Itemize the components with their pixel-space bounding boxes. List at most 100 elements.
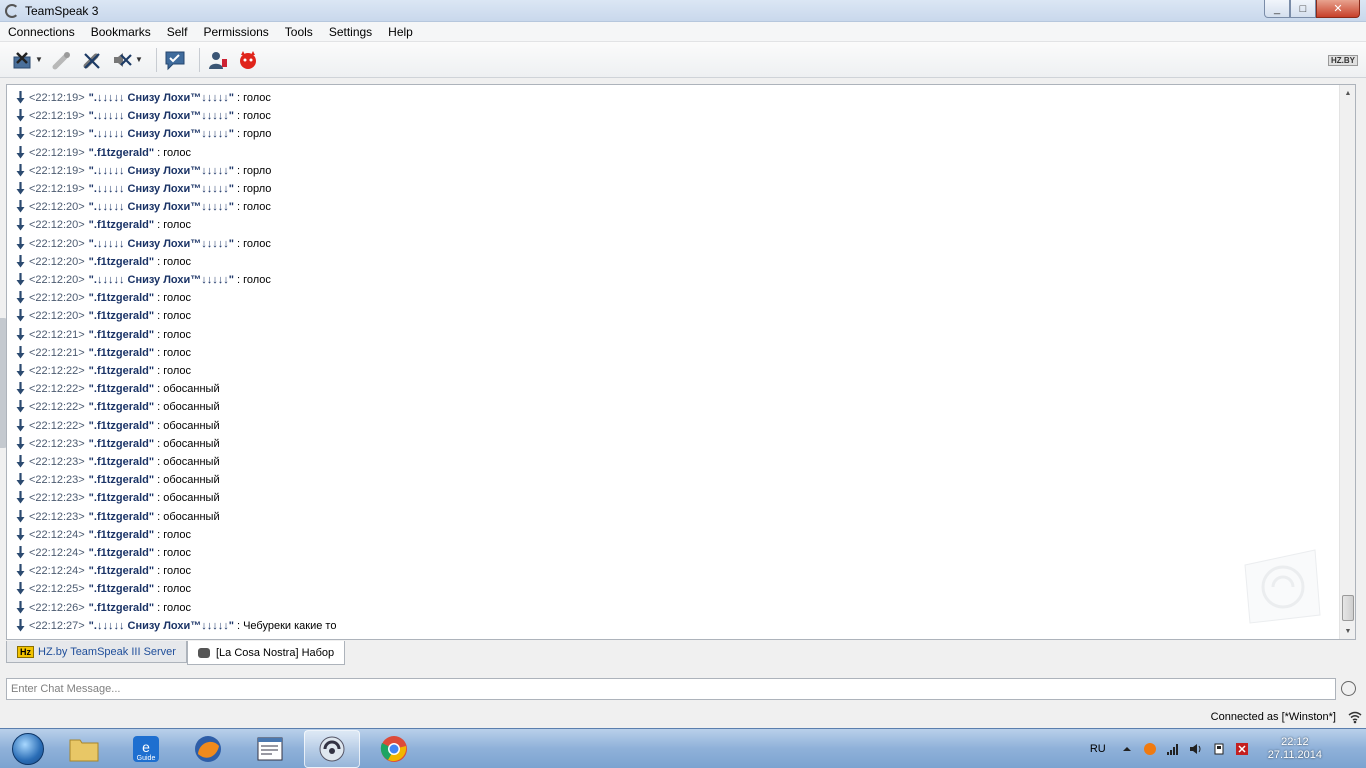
message-nickname[interactable]: ".f1tzgerald" [89,438,154,450]
taskbar-guide[interactable]: e Guide [118,730,174,768]
message-timestamp: <22:12:20> [29,255,85,268]
message-nickname[interactable]: ".↓↓↓↓↓ Снизу Лохи™↓↓↓↓↓" [89,128,234,140]
incoming-message-arrow-icon [15,273,25,287]
maximize-button[interactable]: □ [1290,0,1316,18]
message-nickname[interactable]: ".f1tzgerald" [89,565,154,577]
message-text: : голос [157,583,192,596]
message-timestamp: <22:12:19> [29,92,85,104]
usb-device-icon[interactable] [1212,742,1226,756]
message-text: : голос [157,565,192,578]
chat-scrollbar[interactable]: ▲ ▼ [1339,85,1355,639]
menu-bookmarks[interactable]: Bookmarks [83,25,159,39]
disconnect-dropdown-arrow[interactable]: ▼ [34,48,44,72]
message-nickname[interactable]: ".f1tzgerald" [89,365,154,377]
message-nickname[interactable]: ".↓↓↓↓↓ Снизу Лохи™↓↓↓↓↓" [89,183,234,195]
tray-app-orange-icon[interactable] [1143,742,1157,756]
message-nickname[interactable]: ".f1tzgerald" [89,310,154,322]
message-text: : обосанный [157,510,220,523]
message-nickname[interactable]: ".↓↓↓↓↓ Снизу Лохи™↓↓↓↓↓" [89,92,234,104]
show-hidden-icons-icon[interactable] [1120,742,1134,756]
message-nickname[interactable]: ".f1tzgerald" [89,347,154,359]
message-nickname[interactable]: ".↓↓↓↓↓ Снизу Лохи™↓↓↓↓↓" [89,110,234,122]
message-nickname[interactable]: ".f1tzgerald" [89,492,154,504]
message-nickname[interactable]: ".↓↓↓↓↓ Снизу Лохи™↓↓↓↓↓" [89,620,234,632]
incoming-message-arrow-icon [15,364,25,378]
message-text: : голос [157,601,192,614]
chat-message: <22:12:23> ".f1tzgerald": обосанный [15,508,220,526]
message-nickname[interactable]: ".f1tzgerald" [89,420,154,432]
tab-channel[interactable]: [La Cosa Nostra] Набор [186,641,346,665]
message-nickname[interactable]: ".f1tzgerald" [89,147,154,159]
chat-message: <22:12:19> ".↓↓↓↓↓ Снизу Лохи™↓↓↓↓↓": гол… [15,89,271,107]
message-nickname[interactable]: ".f1tzgerald" [89,474,154,486]
chat-button[interactable] [163,48,187,72]
menu-settings[interactable]: Settings [321,25,380,39]
message-nickname[interactable]: ".f1tzgerald" [89,383,154,395]
chat-message-input[interactable] [6,678,1336,700]
message-nickname[interactable]: ".f1tzgerald" [89,219,154,231]
chat-message: <22:12:24> ".f1tzgerald": голос [15,544,191,562]
message-nickname[interactable]: ".↓↓↓↓↓ Снизу Лохи™↓↓↓↓↓" [89,165,234,177]
chat-message: <22:12:26> ".f1tzgerald": голос [15,599,191,617]
microphone-muted-icon [83,52,100,69]
taskbar-clock[interactable]: 22:12 27.11.2014 [1268,736,1322,762]
away-button[interactable] [50,48,74,72]
chat-message: <22:12:20> ".↓↓↓↓↓ Снизу Лохи™↓↓↓↓↓": гол… [15,235,271,253]
message-nickname[interactable]: ".↓↓↓↓↓ Снизу Лохи™↓↓↓↓↓" [89,201,234,213]
message-nickname[interactable]: ".f1tzgerald" [89,456,154,468]
chat-message: <22:12:22> ".f1tzgerald": обосанный [15,380,220,398]
speakers-dropdown-arrow[interactable]: ▼ [134,48,144,72]
message-text: : обосанный [157,474,220,487]
incoming-message-arrow-icon [15,145,25,160]
close-button[interactable]: ✕ [1316,0,1360,18]
start-button[interactable] [6,730,50,768]
identities-button[interactable] [206,48,230,72]
message-nickname[interactable]: ".f1tzgerald" [89,401,154,413]
menu-connections[interactable]: Connections [0,25,83,39]
tab-server[interactable]: Hz HZ.by TeamSpeak III Server [6,641,187,663]
message-nickname[interactable]: ".↓↓↓↓↓ Снизу Лохи™↓↓↓↓↓" [89,274,234,286]
language-indicator[interactable]: RU [1090,743,1106,755]
message-timestamp: <22:12:24> [29,565,85,578]
taskbar-teamspeak[interactable] [304,729,360,768]
message-nickname[interactable]: ".f1tzgerald" [89,511,154,523]
scroll-thumb[interactable] [1342,595,1354,621]
network-signal-icon[interactable] [1166,742,1180,756]
menu-tools[interactable]: Tools [277,25,321,39]
scroll-down-arrow-icon[interactable]: ▼ [1340,623,1355,639]
message-nickname[interactable]: ".f1tzgerald" [89,547,154,559]
away-icon [52,51,70,69]
chrome-icon [380,735,407,762]
message-nickname[interactable]: ".f1tzgerald" [89,583,154,595]
plugin-button[interactable] [236,48,260,72]
emoticon-icon[interactable] [1341,681,1356,696]
taskbar-explorer[interactable] [56,730,112,768]
chat-message: <22:12:19> ".↓↓↓↓↓ Снизу Лохи™↓↓↓↓↓": гор… [15,162,271,180]
taskbar-notepad[interactable] [242,730,298,768]
mute-microphone-button[interactable] [80,48,104,72]
volume-icon[interactable] [1189,742,1203,756]
menu-self[interactable]: Self [159,25,196,39]
menu-permissions[interactable]: Permissions [195,25,276,39]
message-nickname[interactable]: ".f1tzgerald" [89,329,154,341]
message-nickname[interactable]: ".↓↓↓↓↓ Снизу Лохи™↓↓↓↓↓" [89,238,234,250]
taskbar-chrome[interactable] [366,730,422,768]
message-text: : горло [236,164,272,177]
svg-text:Guide: Guide [137,755,156,762]
taskbar-firefox[interactable] [180,730,236,768]
message-nickname[interactable]: ".f1tzgerald" [89,292,154,304]
incoming-message-arrow-icon [15,127,25,141]
message-nickname[interactable]: ".f1tzgerald" [89,602,154,614]
menu-help[interactable]: Help [380,25,421,39]
mute-speakers-button[interactable] [110,48,134,72]
minimize-button[interactable]: _ [1264,0,1290,18]
message-nickname[interactable]: ".f1tzgerald" [89,529,154,541]
disconnect-button[interactable] [10,48,34,72]
scroll-up-arrow-icon[interactable]: ▲ [1340,85,1355,101]
message-timestamp: <22:12:22> [29,419,85,432]
chat-bubble-icon [165,51,185,70]
message-nickname[interactable]: ".f1tzgerald" [89,256,154,268]
firefox-icon [195,735,221,762]
action-center-flag-icon[interactable] [1235,742,1249,756]
speaker-muted-icon [114,52,132,67]
